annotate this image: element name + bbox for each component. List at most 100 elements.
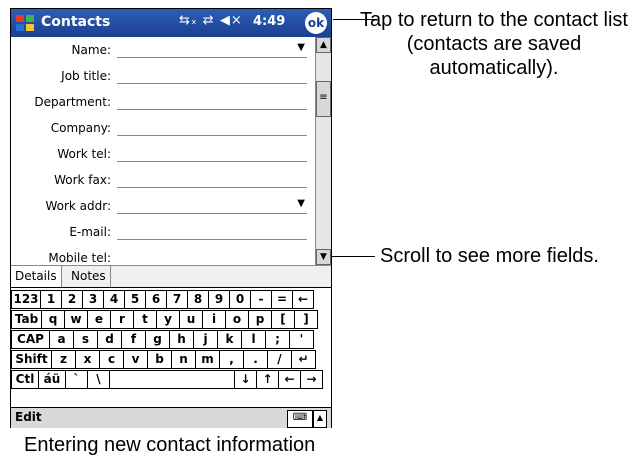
key[interactable]: /	[267, 350, 292, 369]
scroll-down-button[interactable]: ▼	[316, 249, 331, 265]
form-row[interactable]: E-mail:	[11, 219, 315, 245]
key[interactable]: ←	[292, 290, 314, 309]
key[interactable]: q	[41, 310, 65, 329]
key[interactable]: 1	[40, 290, 62, 309]
form-row[interactable]: Work addr: ▼	[11, 193, 315, 219]
key[interactable]: w	[64, 310, 88, 329]
field-input[interactable]	[117, 187, 307, 188]
key[interactable]: y	[156, 310, 180, 329]
soft-keyboard: 123 1 2 3 4 5 6 7 8 9 0- = ← Tab q w e r t y u i o p[] CAP a s d f g h…	[11, 287, 331, 408]
key[interactable]: `	[65, 370, 88, 389]
key[interactable]: s	[73, 330, 98, 349]
key[interactable]: c	[99, 350, 124, 369]
field-input[interactable]	[117, 135, 307, 136]
scroll-callout-line	[331, 256, 375, 257]
key[interactable]: 6	[145, 290, 167, 309]
field-input[interactable]	[117, 213, 307, 214]
key[interactable]: x	[75, 350, 100, 369]
form-row[interactable]: Department:	[11, 89, 315, 115]
key[interactable]: r	[110, 310, 134, 329]
key[interactable]: 5	[124, 290, 146, 309]
windows-start-icon[interactable]	[14, 12, 36, 34]
key[interactable]: →	[300, 370, 323, 389]
key[interactable]: ;	[265, 330, 290, 349]
key[interactable]: Ctl	[11, 370, 39, 389]
key[interactable]: u	[179, 310, 203, 329]
field-input[interactable]	[117, 57, 307, 58]
key[interactable]: =	[271, 290, 293, 309]
key[interactable]: n	[171, 350, 196, 369]
key[interactable]: -	[250, 290, 272, 309]
key[interactable]: .	[243, 350, 268, 369]
key[interactable]: 9	[208, 290, 230, 309]
key[interactable]: 2	[61, 290, 83, 309]
key[interactable]: \	[87, 370, 110, 389]
form-scrollbar[interactable]: ▲ ≡ ▼	[315, 37, 331, 265]
key[interactable]: ,	[219, 350, 244, 369]
key[interactable]: 123	[11, 290, 41, 309]
contact-form: Name: ▼ Job title: Department: Company: Work …	[11, 37, 315, 265]
dropdown-arrow-icon[interactable]: ▼	[297, 198, 305, 209]
key[interactable]: b	[147, 350, 172, 369]
form-row[interactable]: Mobile tel:	[11, 245, 315, 265]
scroll-callout-text: Scroll to see more fields.	[380, 245, 599, 267]
edit-menu[interactable]: Edit	[15, 410, 42, 424]
key[interactable]: CAP	[11, 330, 50, 349]
form-row[interactable]: Company:	[11, 115, 315, 141]
key[interactable]: t	[133, 310, 157, 329]
key[interactable]: i	[202, 310, 226, 329]
field-input[interactable]	[117, 161, 307, 162]
key[interactable]: v	[123, 350, 148, 369]
key[interactable]: j	[193, 330, 218, 349]
key[interactable]: 7	[166, 290, 188, 309]
key[interactable]: 3	[82, 290, 104, 309]
key[interactable]: p	[248, 310, 272, 329]
title-bar: Contacts ⇆ₓ ⇄ ◀× 4:49 ok	[11, 9, 331, 37]
ok-button[interactable]: ok	[305, 12, 327, 34]
connectivity-volume-icons[interactable]: ⇆ₓ ⇄ ◀×	[179, 13, 243, 28]
form-row[interactable]: Work fax:	[11, 167, 315, 193]
key[interactable]: 0	[229, 290, 251, 309]
key[interactable]: ↵	[291, 350, 316, 369]
key[interactable]: '	[289, 330, 314, 349]
key[interactable]: o	[225, 310, 249, 329]
key[interactable]: l	[241, 330, 266, 349]
keyboard-icon[interactable]: ⌨	[287, 410, 313, 428]
field-input[interactable]	[117, 239, 307, 240]
dropdown-arrow-icon[interactable]: ▼	[297, 42, 305, 53]
key[interactable]: g	[145, 330, 170, 349]
key[interactable]: m	[195, 350, 220, 369]
tab-notes[interactable]: Notes	[67, 266, 111, 287]
key[interactable]: 8	[187, 290, 209, 309]
scroll-up-button[interactable]: ▲	[316, 37, 331, 53]
key[interactable]: ↓	[234, 370, 257, 389]
key[interactable]: e	[87, 310, 111, 329]
tab-details[interactable]: Details	[11, 266, 62, 287]
key[interactable]: Tab	[11, 310, 42, 329]
key[interactable]: f	[121, 330, 146, 349]
form-row[interactable]: Name: ▼	[11, 37, 315, 63]
key[interactable]: h	[169, 330, 194, 349]
form-row[interactable]: Work tel:	[11, 141, 315, 167]
key[interactable]: [	[271, 310, 295, 329]
key[interactable]: z	[51, 350, 76, 369]
key[interactable]: ]	[294, 310, 318, 329]
space-key[interactable]	[109, 370, 235, 389]
key[interactable]: a	[49, 330, 74, 349]
form-row[interactable]: Job title:	[11, 63, 315, 89]
ok-callout-text: Tap to return to the contact list (conta…	[360, 9, 628, 79]
field-input[interactable]	[117, 109, 307, 110]
field-label: Job title:	[61, 69, 111, 83]
key[interactable]: k	[217, 330, 242, 349]
scroll-thumb[interactable]: ≡	[316, 81, 331, 117]
field-label: Department:	[34, 95, 111, 109]
key[interactable]: Shift	[11, 350, 52, 369]
input-selector-arrow-icon[interactable]: ▲	[313, 410, 327, 428]
key[interactable]: áü	[38, 370, 66, 389]
key[interactable]: ←	[278, 370, 301, 389]
field-input[interactable]	[117, 83, 307, 84]
clock[interactable]: 4:49	[253, 14, 285, 29]
key[interactable]: ↑	[256, 370, 279, 389]
key[interactable]: 4	[103, 290, 125, 309]
key[interactable]: d	[97, 330, 122, 349]
